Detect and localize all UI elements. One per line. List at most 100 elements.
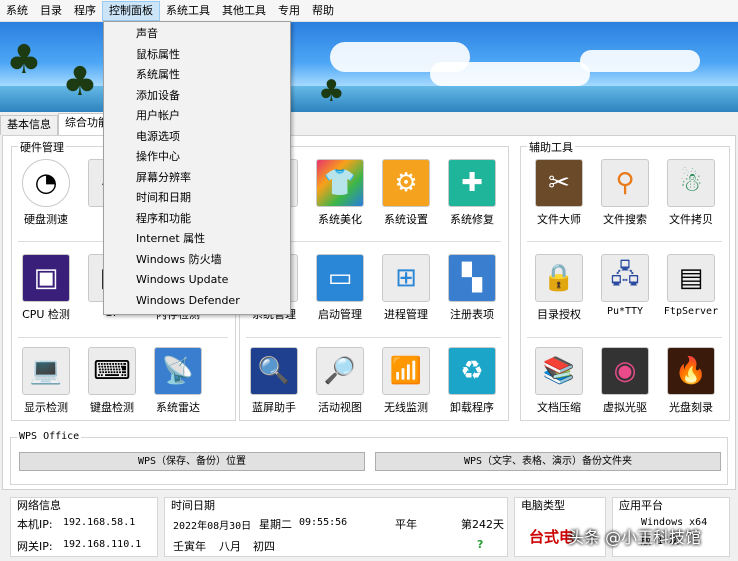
lock-icon: 🔒 — [535, 254, 583, 302]
tile-virtual-drive[interactable]: ◉ 虚拟光驱 — [595, 347, 655, 415]
tile-label: 注册表项 — [450, 308, 494, 321]
tile-file-master[interactable]: ✂ 文件大师 — [529, 159, 589, 227]
datetime-box: 时间日期 2022年08月30日 星期二 09:55:56 平年 第242天 壬… — [164, 497, 508, 557]
help-question-mark[interactable]: ? — [477, 538, 483, 551]
tile-doc-compress[interactable]: 📚 文档压缩 — [529, 347, 589, 415]
window-icon: ▭ — [316, 254, 364, 302]
tile-putty[interactable]: 🖧 Pu*TTY — [595, 254, 655, 317]
menuitem-system-properties[interactable]: 系统属性 — [104, 65, 290, 86]
menu-bar: 系统 目录 程序 控制面板 系统工具 其他工具 专用 帮助 — [0, 0, 738, 22]
tile-label: 系统雷达 — [156, 401, 200, 414]
menu-system-tools[interactable]: 系统工具 — [160, 1, 216, 21]
year-type: 平年 — [395, 518, 417, 531]
tile-wireless-monitor[interactable]: 📶 无线监测 — [376, 347, 436, 415]
menu-program[interactable]: 程序 — [68, 1, 102, 21]
menuitem-date-time[interactable]: 时间和日期 — [104, 188, 290, 209]
datetime-title: 时间日期 — [171, 499, 215, 512]
tile-activity-view[interactable]: 🔎 活动视图 — [310, 347, 370, 415]
platform-title: 应用平台 — [619, 499, 663, 512]
tile-startup-manage[interactable]: ▭ 启动管理 — [310, 254, 370, 322]
wps-save-location-button[interactable]: WPS（保存、备份）位置 — [19, 452, 365, 471]
menu-help[interactable]: 帮助 — [306, 1, 340, 21]
tile-system-radar[interactable]: 📡 系统雷达 — [148, 347, 208, 415]
menuitem-sound[interactable]: 声音 — [104, 24, 290, 45]
tile-registry[interactable]: ▚ 注册表项 — [442, 254, 502, 322]
tile-label: 文档压缩 — [537, 401, 581, 414]
menuitem-internet-options[interactable]: Internet 属性 — [104, 229, 290, 250]
tile-label: 进程管理 — [384, 308, 428, 321]
gateway-ip-label: 网关IP: — [17, 540, 53, 553]
tile-label: 文件搜索 — [603, 213, 647, 226]
tile-label: 启动管理 — [318, 308, 362, 321]
search-window-icon: 🔎 — [316, 347, 364, 395]
tile-disc-burn[interactable]: 🔥 光盘刻录 — [661, 347, 721, 415]
menu-special[interactable]: 专用 — [272, 1, 306, 21]
tile-label: 蓝屏助手 — [252, 401, 296, 414]
menuitem-user-accounts[interactable]: 用户帐户 — [104, 106, 290, 127]
separator — [527, 241, 722, 242]
tile-system-repair[interactable]: ✚ 系统修复 — [442, 159, 502, 227]
menu-directory[interactable]: 目录 — [34, 1, 68, 21]
tile-bluescreen-helper[interactable]: 🔍 蓝屏助手 — [244, 347, 304, 415]
menuitem-programs-features[interactable]: 程序和功能 — [104, 209, 290, 230]
tile-label: 无线监测 — [384, 401, 428, 414]
tile-label: 系统美化 — [318, 213, 362, 226]
tile-system-settings[interactable]: ⚙ 系统设置 — [376, 159, 436, 227]
palm-tree-icon: ♣ — [318, 74, 345, 109]
network-title: 网络信息 — [17, 499, 61, 512]
separator — [18, 337, 228, 338]
tile-process-manage[interactable]: ⊞ 进程管理 — [376, 254, 436, 322]
palm-tree-icon: ♣ — [62, 59, 98, 105]
tile-uninstall[interactable]: ♻ 卸载程序 — [442, 347, 502, 415]
gateway-ip-value: 192.168.110.1 — [63, 539, 142, 550]
scissors-icon: ✂ — [535, 159, 583, 207]
tile-file-copy[interactable]: ☃ 文件拷贝 — [661, 159, 721, 227]
menuitem-firewall[interactable]: Windows 防火墙 — [104, 250, 290, 271]
tile-file-search[interactable]: ⚲ 文件搜索 — [595, 159, 655, 227]
tab-bar: 基本信息 综合功能 — [0, 113, 116, 135]
control-panel-dropdown: 声音 鼠标属性 系统属性 添加设备 用户帐户 电源选项 操作中心 屏幕分辨率 时… — [103, 21, 291, 315]
menu-control-panel[interactable]: 控制面板 — [102, 0, 160, 21]
separator — [527, 337, 722, 338]
tile-label: CPU 检测 — [22, 308, 70, 321]
weekday-value: 星期二 — [259, 518, 292, 531]
aux-group-title: 辅助工具 — [527, 139, 575, 155]
menuitem-screen-resolution[interactable]: 屏幕分辨率 — [104, 168, 290, 189]
gauge-icon: ◔ — [22, 159, 70, 207]
tile-keyboard-check[interactable]: ⌨ 键盘检测 — [82, 347, 142, 415]
local-ip-label: 本机IP: — [17, 518, 53, 531]
tile-label: 键盘检测 — [90, 401, 134, 414]
tile-label: Pu*TTY — [606, 306, 644, 317]
tab-basic-info[interactable]: 基本信息 — [0, 115, 58, 135]
tile-label: 硬盘测速 — [24, 213, 68, 226]
keyboard-icon: ⌨ — [88, 347, 136, 395]
lunar-day: 初四 — [253, 540, 275, 553]
menuitem-add-device[interactable]: 添加设备 — [104, 86, 290, 107]
wps-backup-folder-button[interactable]: WPS（文字、表格、演示）备份文件夹 — [375, 452, 721, 471]
wireless-icon: 📶 — [382, 347, 430, 395]
tile-directory-auth[interactable]: 🔒 目录授权 — [529, 254, 589, 322]
menu-system[interactable]: 系统 — [0, 1, 34, 21]
first-aid-icon: ✚ — [448, 159, 496, 207]
satellite-dish-icon: 📡 — [154, 347, 202, 395]
tile-label: 文件大师 — [537, 213, 581, 226]
tile-disk-speed[interactable]: ◔ 硬盘测速 — [16, 159, 76, 227]
tile-label: 目录授权 — [537, 308, 581, 321]
laptop-icon: 💻 — [22, 347, 70, 395]
palm-tree-icon: ♣ — [6, 37, 42, 83]
day-of-year: 第242天 — [461, 518, 504, 531]
menu-other-tools[interactable]: 其他工具 — [216, 1, 272, 21]
tile-display-check[interactable]: 💻 显示检测 — [16, 347, 76, 415]
server-icon: ▤ — [667, 254, 715, 302]
menuitem-action-center[interactable]: 操作中心 — [104, 147, 290, 168]
archive-books-icon: 📚 — [535, 347, 583, 395]
menuitem-windows-defender[interactable]: Windows Defender — [104, 291, 290, 312]
windows-logo-icon: ⊞ — [382, 254, 430, 302]
date-value: 2022年08月30日 — [173, 521, 252, 532]
menuitem-windows-update[interactable]: Windows Update — [104, 270, 290, 291]
tile-ftp-server[interactable]: ▤ FtpServer — [661, 254, 721, 317]
menuitem-power-options[interactable]: 电源选项 — [104, 127, 290, 148]
tile-cpu-check[interactable]: ▣ CPU 检测 — [16, 254, 76, 322]
menuitem-mouse[interactable]: 鼠标属性 — [104, 45, 290, 66]
tile-system-beautify[interactable]: 👕 系统美化 — [310, 159, 370, 227]
